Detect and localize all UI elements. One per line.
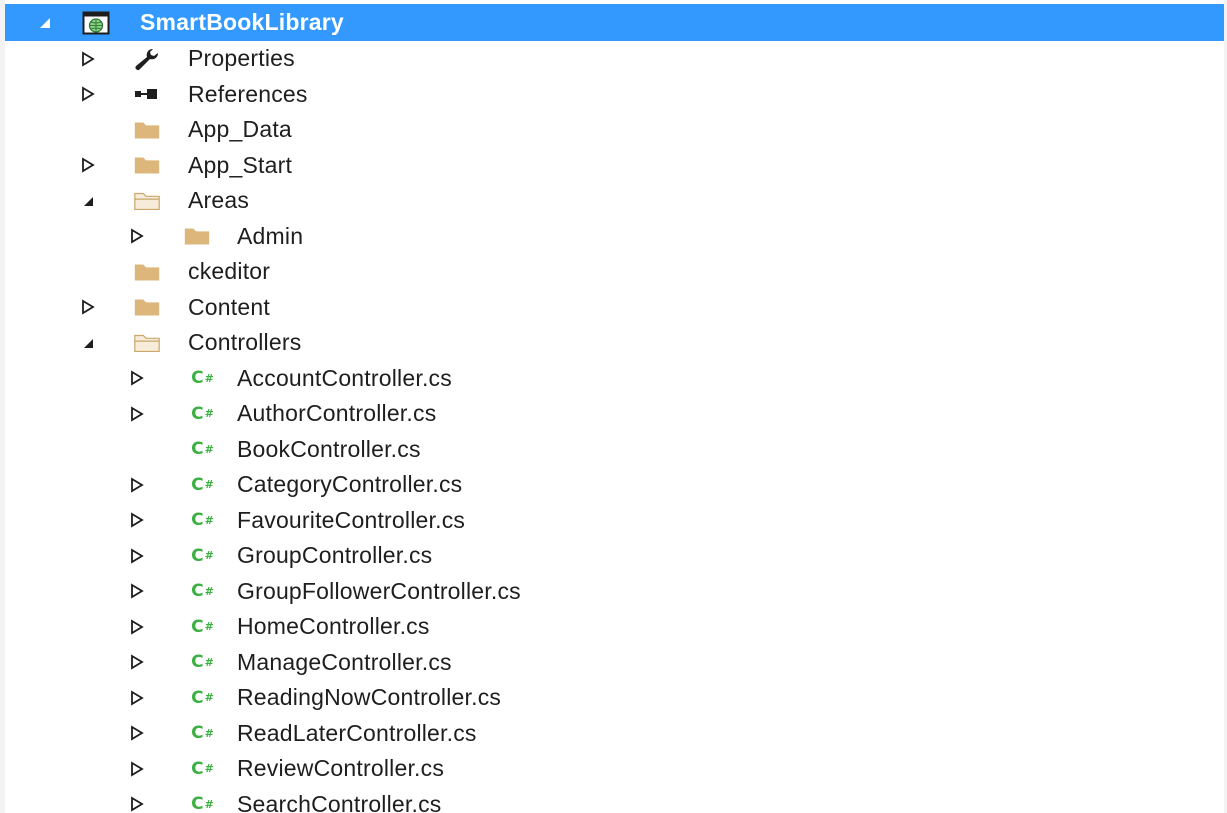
collapsed-arrow-icon[interactable] xyxy=(127,652,147,672)
item-label: FavouriteController.cs xyxy=(237,506,466,533)
item-label: ckeditor xyxy=(188,258,271,285)
collapsed-arrow-icon[interactable] xyxy=(127,475,147,495)
solution-tree: SmartBookLibrary Properties References A… xyxy=(5,4,1224,813)
tree-item-authorcontroller[interactable]: C # AuthorController.cs xyxy=(5,396,1224,432)
solution-explorer: SmartBookLibrary Properties References A… xyxy=(0,0,1227,813)
collapsed-arrow-icon[interactable] xyxy=(78,297,98,317)
collapsed-arrow-icon[interactable] xyxy=(127,759,147,779)
collapsed-arrow-icon[interactable] xyxy=(127,794,147,813)
collapsed-arrow-icon[interactable] xyxy=(78,155,98,175)
item-label: Controllers xyxy=(188,329,302,356)
collapsed-arrow-icon[interactable] xyxy=(127,368,147,388)
tree-item-content[interactable]: Content xyxy=(5,290,1224,326)
folder-icon xyxy=(132,118,162,142)
tree-item-managecontroller[interactable]: C # ManageController.cs xyxy=(5,645,1224,681)
expanded-arrow-icon[interactable] xyxy=(78,191,98,211)
tree-item-app-start[interactable]: App_Start xyxy=(5,148,1224,184)
tree-item-categorycontroller[interactable]: C # CategoryController.cs xyxy=(5,467,1224,503)
tree-item-admin[interactable]: Admin xyxy=(5,219,1224,255)
item-label: BookController.cs xyxy=(237,435,421,462)
csharp-file-icon: C # xyxy=(191,687,214,708)
csharp-file-icon: C # xyxy=(191,616,214,637)
csharp-file-icon: C # xyxy=(191,723,214,744)
item-label: ManageController.cs xyxy=(237,648,452,675)
collapsed-arrow-icon[interactable] xyxy=(127,510,147,530)
collapsed-arrow-icon[interactable] xyxy=(127,617,147,637)
csharp-file-icon: C # xyxy=(191,794,214,813)
expanded-arrow-icon[interactable] xyxy=(78,333,98,353)
collapsed-arrow-icon[interactable] xyxy=(78,84,98,104)
csharp-file-icon: C # xyxy=(191,439,214,460)
csharp-file-icon: C # xyxy=(191,510,214,531)
collapsed-arrow-icon[interactable] xyxy=(127,688,147,708)
collapsed-arrow-icon[interactable] xyxy=(127,723,147,743)
tree-item-app-data[interactable]: App_Data xyxy=(5,112,1224,148)
item-label: ReviewController.cs xyxy=(237,755,445,782)
item-label: ReadLaterController.cs xyxy=(237,719,477,746)
collapsed-arrow-icon[interactable] xyxy=(78,49,98,69)
csharp-file-icon: C # xyxy=(191,545,214,566)
expanded-arrow-icon[interactable] xyxy=(35,13,55,33)
tree-item-searchcontroller[interactable]: C # SearchController.cs xyxy=(5,787,1224,813)
folder-icon xyxy=(132,153,162,177)
folder-open-icon xyxy=(132,189,162,213)
tree-item-homecontroller[interactable]: C # HomeController.cs xyxy=(5,609,1224,645)
csharp-file-icon: C # xyxy=(191,758,214,779)
folder-icon xyxy=(132,295,162,319)
item-label: Content xyxy=(188,293,270,320)
tree-item-properties[interactable]: Properties xyxy=(5,41,1224,77)
collapsed-arrow-icon[interactable] xyxy=(127,546,147,566)
item-label: AuthorController.cs xyxy=(237,400,437,427)
csharp-file-icon: C # xyxy=(191,581,214,602)
item-label: AccountController.cs xyxy=(237,364,452,391)
csharp-file-icon: C # xyxy=(191,368,214,389)
folder-open-icon xyxy=(132,331,162,355)
item-label: Properties xyxy=(188,45,295,72)
item-label: CategoryController.cs xyxy=(237,471,463,498)
tree-item-controllers[interactable]: Controllers xyxy=(5,325,1224,361)
item-label: GroupFollowerController.cs xyxy=(237,577,521,604)
tree-item-smartbooklibrary[interactable]: SmartBookLibrary xyxy=(5,4,1224,41)
item-label: References xyxy=(188,80,308,107)
tree-item-areas[interactable]: Areas xyxy=(5,183,1224,219)
csharp-file-icon: C # xyxy=(191,474,214,495)
tree-item-accountcontroller[interactable]: C # AccountController.cs xyxy=(5,361,1224,397)
item-label: GroupController.cs xyxy=(237,542,433,569)
collapsed-arrow-icon[interactable] xyxy=(127,226,147,246)
item-label: Areas xyxy=(188,187,250,214)
folder-icon xyxy=(132,260,162,284)
item-label: HomeController.cs xyxy=(237,613,430,640)
tree-item-groupcontroller[interactable]: C # GroupController.cs xyxy=(5,538,1224,574)
references-icon xyxy=(132,82,162,106)
collapsed-arrow-icon[interactable] xyxy=(127,404,147,424)
tree-item-reviewcontroller[interactable]: C # ReviewController.cs xyxy=(5,751,1224,787)
project-label: SmartBookLibrary xyxy=(140,9,344,35)
tree-item-favouritecontroller[interactable]: C # FavouriteController.cs xyxy=(5,503,1224,539)
item-label: SearchController.cs xyxy=(237,790,442,813)
csharp-file-icon: C # xyxy=(191,652,214,673)
tree-item-readlatercontroller[interactable]: C # ReadLaterController.cs xyxy=(5,716,1224,752)
tree-item-readingnowcontroller[interactable]: C # ReadingNowController.cs xyxy=(5,680,1224,716)
item-label: App_Start xyxy=(188,151,293,178)
item-label: ReadingNowController.cs xyxy=(237,684,502,711)
tree-item-ckeditor[interactable]: ckeditor xyxy=(5,254,1224,290)
csharp-file-icon: C # xyxy=(191,403,214,424)
tree-item-bookcontroller[interactable]: C # BookController.cs xyxy=(5,432,1224,468)
web-project-icon xyxy=(81,11,111,35)
collapsed-arrow-icon[interactable] xyxy=(127,581,147,601)
item-label: App_Data xyxy=(188,116,292,143)
item-label: Admin xyxy=(237,222,304,249)
folder-icon xyxy=(182,224,212,248)
tree-item-references[interactable]: References xyxy=(5,77,1224,113)
wrench-icon xyxy=(132,47,162,71)
tree-item-groupfollowercontroller[interactable]: C # GroupFollowerController.cs xyxy=(5,574,1224,610)
